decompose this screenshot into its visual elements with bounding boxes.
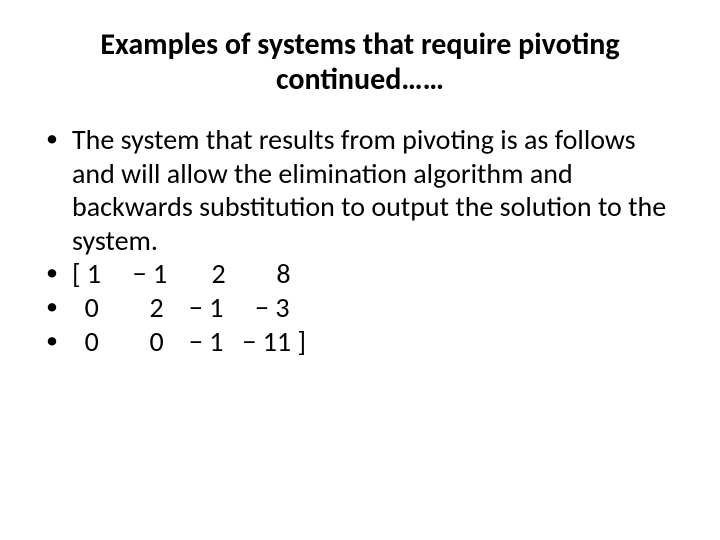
bullet-text: 0 0 − 1 − 11 ] xyxy=(72,324,306,359)
list-item: 0 0 − 1 − 11 ] xyxy=(44,325,680,359)
slide: Examples of systems that require pivotin… xyxy=(0,0,720,540)
bullet-text: [ 1 − 1 2 8 xyxy=(72,256,291,291)
list-item: 0 2 − 1 − 3 xyxy=(44,291,680,325)
slide-title: Examples of systems that require pivotin… xyxy=(60,28,660,97)
list-item: [ 1 − 1 2 8 xyxy=(44,257,680,291)
bullet-text: 0 2 − 1 − 3 xyxy=(72,290,290,325)
bullet-list: The system that results from pivoting is… xyxy=(40,123,680,358)
bullet-text: The system that results from pivoting is… xyxy=(72,122,666,258)
list-item: The system that results from pivoting is… xyxy=(44,123,680,257)
